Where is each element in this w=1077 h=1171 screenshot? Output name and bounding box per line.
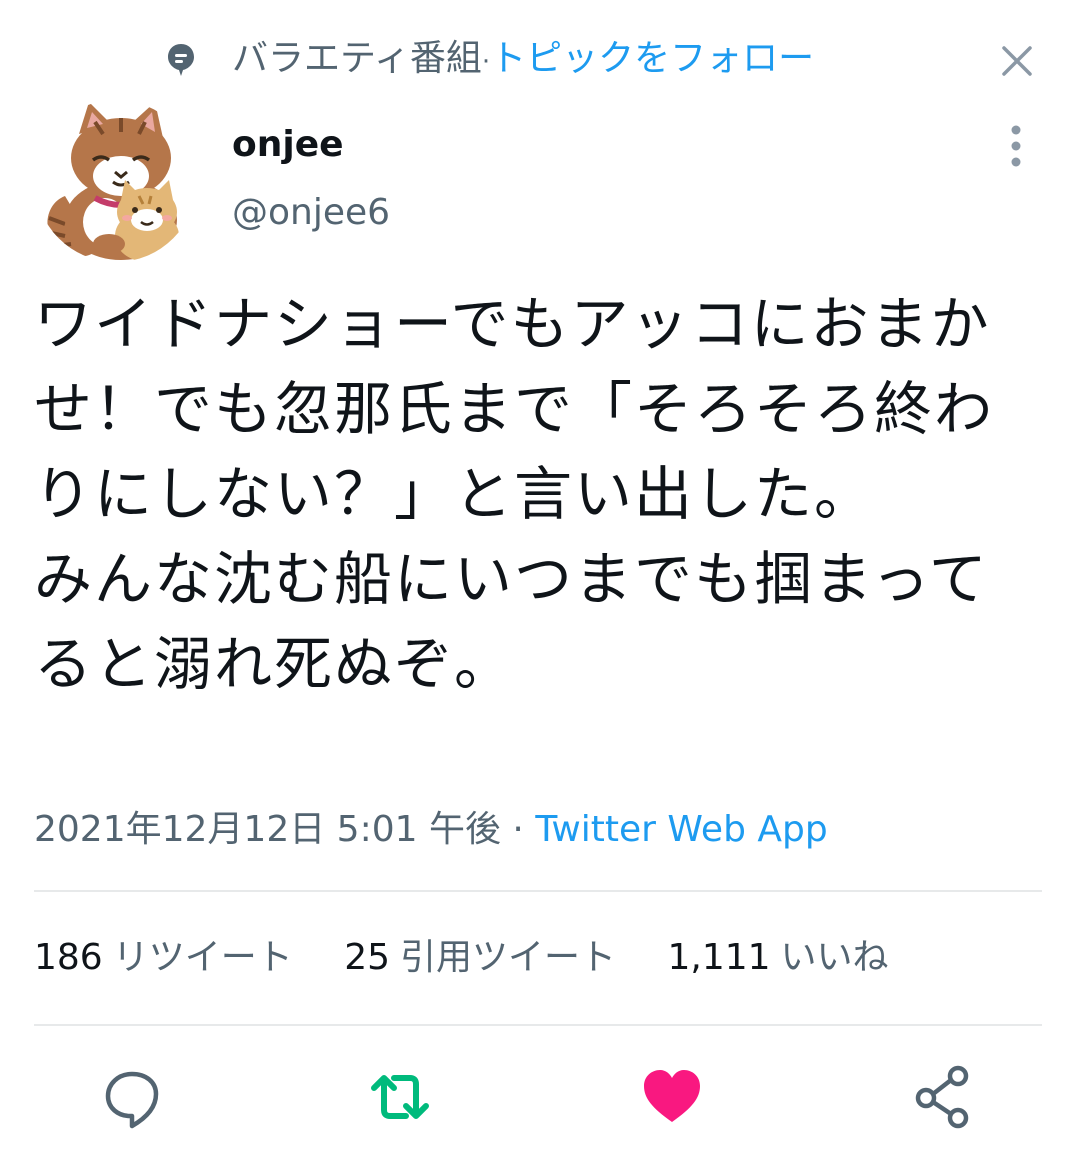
more-options-icon[interactable] <box>996 122 1036 170</box>
topic-line: バラエティ番組·トピックをフォロー <box>232 36 814 85</box>
quote-count-stat[interactable]: 25 引用ツイート <box>344 934 616 982</box>
reply-button[interactable] <box>102 1064 162 1130</box>
retweet-count: 186 <box>34 937 103 978</box>
heart-icon <box>644 1070 700 1122</box>
tweet-meta: 2021年12月12日 5:01 午後 · Twitter Web App <box>34 806 828 854</box>
quote-count: 25 <box>344 937 390 978</box>
like-count-stat[interactable]: 1,111 いいね <box>667 934 888 982</box>
divider <box>34 890 1042 892</box>
avatar-cat-image <box>35 100 197 262</box>
reply-icon <box>105 1071 159 1129</box>
share-icon <box>915 1065 969 1129</box>
like-label: いいね <box>780 937 889 978</box>
tweet-text: ワイドナショーでもアッコにおまかせ！でも忽那氏まで「そろそろ終わりにしない？」と… <box>34 290 995 698</box>
divider <box>34 1024 1042 1026</box>
quote-label: 引用ツイート <box>400 937 617 978</box>
retweet-count-stat[interactable]: 186 リツイート <box>34 934 293 982</box>
engagement-stats: 186 リツイート 25 引用ツイート 1,111 いいね <box>34 934 929 982</box>
topic-pin-icon <box>168 44 194 76</box>
author-handle[interactable]: @onjee6 <box>232 190 390 236</box>
retweet-label: リツイート <box>112 937 293 978</box>
tweet-source-link[interactable]: Twitter Web App <box>535 809 827 850</box>
tweet-timestamp[interactable]: 2021年12月12日 5:01 午後 <box>34 809 501 850</box>
close-icon[interactable] <box>996 40 1038 82</box>
like-count: 1,111 <box>667 937 771 978</box>
like-button[interactable] <box>642 1064 702 1130</box>
avatar[interactable] <box>35 100 197 262</box>
share-button[interactable] <box>912 1064 972 1130</box>
topic-name: バラエティ番組 <box>232 38 482 79</box>
retweet-icon <box>371 1075 429 1119</box>
retweet-button[interactable] <box>370 1064 430 1130</box>
author-display-name[interactable]: onjee <box>232 122 344 168</box>
meta-separator: · <box>512 809 524 850</box>
topic-separator: · <box>481 47 491 77</box>
topic-header: バラエティ番組·トピックをフォロー <box>0 28 1077 90</box>
follow-topic-link[interactable]: トピックをフォロー <box>490 38 814 79</box>
